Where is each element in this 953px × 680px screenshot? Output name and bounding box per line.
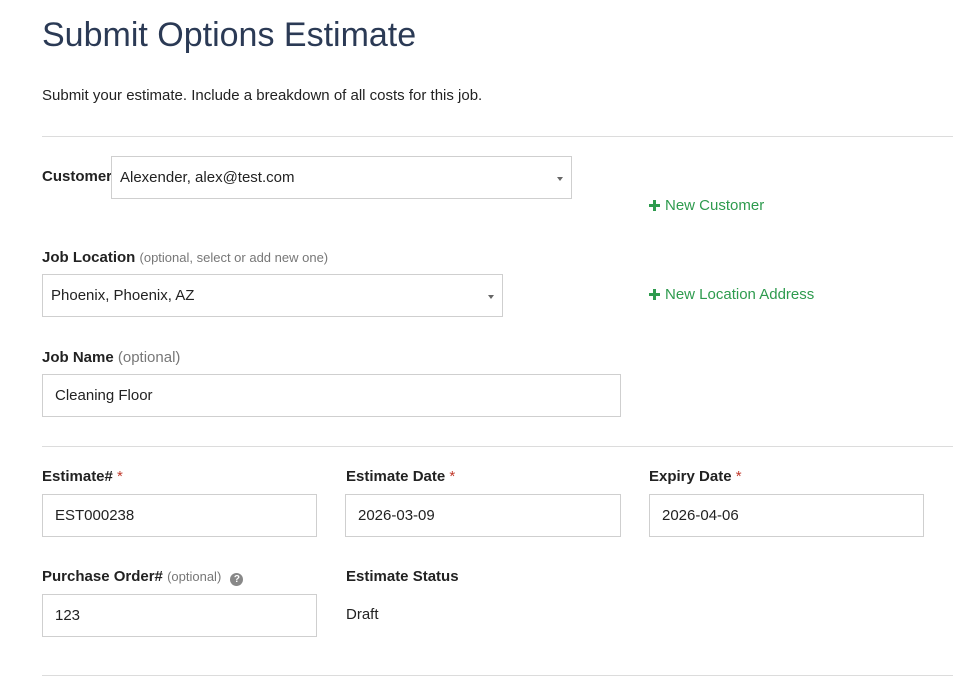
new-customer-link[interactable]: New Customer [649,197,764,214]
new-location-link[interactable]: New Location Address [649,286,814,303]
job-name-value: Cleaning Floor [55,387,153,404]
purchase-order-input[interactable]: 123 [42,594,317,637]
page-subtitle: Submit your estimate. Include a breakdow… [42,87,483,104]
caret-down-icon [557,176,563,181]
job-name-hint: (optional) [117,349,181,366]
page-title: Submit Options Estimate [42,16,417,54]
expiry-date-value: 2026-04-06 [662,507,739,524]
estimate-number-value: EST000238 [55,507,135,524]
divider-bottom [42,675,953,676]
expiry-date-label: Expiry Date * [649,468,742,485]
job-location-label-text: Job Location [42,249,136,266]
expiry-date-input[interactable]: 2026-04-06 [649,494,924,537]
new-location-label: New Location Address [665,286,815,303]
purchase-order-label-text: Purchase Order# [42,568,163,585]
estimate-date-value: 2026-03-09 [358,507,435,524]
required-marker: * [449,468,456,485]
job-location-select-value: Phoenix, Phoenix, AZ [51,287,195,304]
required-marker: * [117,468,123,485]
job-name-input[interactable]: Cleaning Floor [42,374,621,417]
customer-label: Customer [42,168,113,185]
required-marker: * [735,468,742,485]
purchase-order-label: Purchase Order# (optional) ? [42,568,244,586]
customer-select[interactable]: Alexender, alex@test.com [111,156,572,199]
customer-select-value: Alexender, alex@test.com [120,169,295,186]
estimate-date-label-text: Estimate Date [346,468,446,485]
plus-icon [649,200,660,211]
divider-top [42,136,953,137]
job-location-label: Job Location (optional, select or add ne… [42,249,328,266]
estimate-status-label: Estimate Status [346,568,459,585]
estimate-status-value: Draft [346,606,379,623]
estimate-number-label: Estimate# * [42,468,123,485]
job-name-label-text: Job Name [42,349,114,366]
estimate-number-label-text: Estimate# [42,468,113,485]
job-location-hint: (optional, select or add new one) [139,250,329,265]
estimate-number-input[interactable]: EST000238 [42,494,317,537]
question-circle-icon[interactable]: ? [230,573,244,586]
job-name-label: Job Name (optional) [42,349,180,366]
estimate-date-label: Estimate Date * [346,468,455,485]
new-customer-label: New Customer [665,197,765,214]
plus-icon [649,289,660,300]
job-location-select[interactable]: Phoenix, Phoenix, AZ [42,274,503,317]
expiry-date-label-text: Expiry Date [649,468,732,485]
caret-down-icon [488,294,494,299]
purchase-order-hint: (optional) [167,569,222,584]
divider-middle [42,446,953,447]
purchase-order-value: 123 [55,607,81,624]
estimate-date-input[interactable]: 2026-03-09 [345,494,621,537]
